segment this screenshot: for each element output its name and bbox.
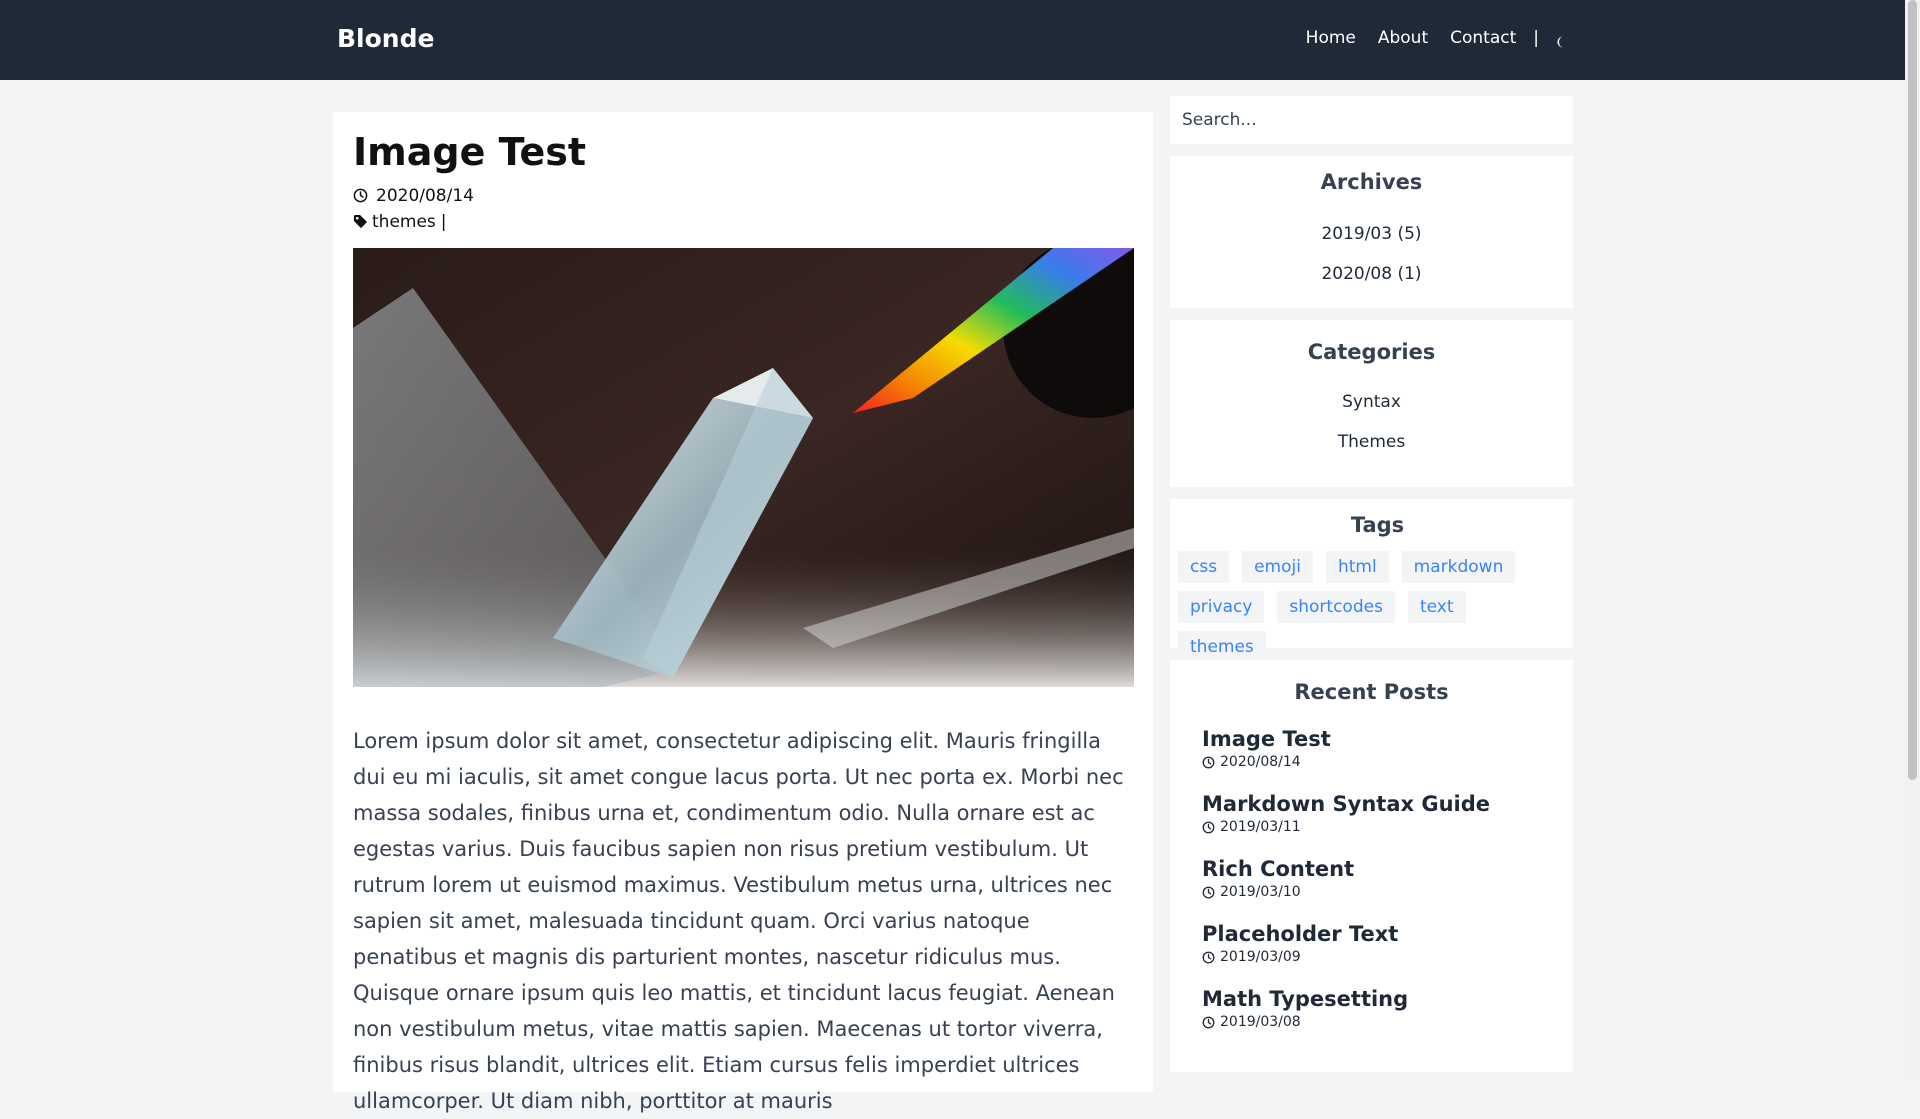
recent-post-date: 2019/03/10: [1220, 884, 1301, 900]
category-link-syntax[interactable]: Syntax: [1342, 392, 1401, 412]
recent-post-item: Math Typesetting 2019/03/08: [1202, 986, 1573, 1051]
recent-post-date: 2020/08/14: [1220, 754, 1301, 770]
site-header: Blonde Home About Contact |: [0, 0, 1905, 80]
categories-widget: Categories Syntax Themes: [1170, 320, 1573, 487]
recent-post-link[interactable]: Rich Content: [1202, 856, 1573, 882]
clock-icon: [1202, 1016, 1215, 1028]
article-title: Image Test: [353, 130, 587, 174]
tag-separator: |: [440, 211, 447, 232]
archives-widget: Archives 2019/03 (5) 2020/08 (1): [1170, 156, 1573, 308]
tag-icon: [353, 215, 368, 229]
recent-post-date: 2019/03/11: [1220, 819, 1301, 835]
archive-link[interactable]: 2020/08 (1): [1321, 264, 1421, 284]
tag-text[interactable]: text: [1407, 591, 1466, 623]
clock-icon: [1202, 756, 1215, 768]
tag-cloud: css emoji html markdown privacy shortcod…: [1170, 537, 1573, 671]
hero-image: [353, 247, 1134, 687]
recent-post-link[interactable]: Placeholder Text: [1202, 921, 1573, 947]
clock-icon: [1202, 821, 1215, 833]
nav-contact[interactable]: Contact: [1450, 28, 1516, 48]
recent-post-date: 2019/03/08: [1220, 1014, 1301, 1030]
clock-icon: [1202, 886, 1215, 898]
recent-post-link[interactable]: Markdown Syntax Guide: [1202, 791, 1573, 817]
tag-shortcodes[interactable]: shortcodes: [1277, 591, 1395, 623]
category-link-themes[interactable]: Themes: [1338, 432, 1406, 452]
tag-markdown[interactable]: markdown: [1401, 551, 1516, 583]
tags-title: Tags: [1350, 513, 1405, 537]
recent-post-link[interactable]: Math Typesetting: [1202, 986, 1573, 1012]
article-card: Image Test 2020/08/14 themes | Lorem ips…: [333, 112, 1153, 1113]
article-date-row: 2020/08/14: [353, 186, 1133, 206]
tag-css[interactable]: css: [1178, 551, 1230, 583]
recent-post-item: Rich Content 2019/03/10: [1202, 856, 1573, 921]
recent-posts-title: Recent Posts: [1294, 680, 1449, 704]
article-tag-link[interactable]: themes: [372, 212, 436, 232]
tags-widget: Tags css emoji html markdown privacy sho…: [1170, 499, 1573, 663]
clock-icon: [353, 188, 368, 203]
tag-themes[interactable]: themes: [1178, 631, 1266, 663]
site-brand[interactable]: Blonde: [337, 24, 434, 53]
nav-separator: |: [1533, 28, 1539, 48]
article-tags-row: themes |: [353, 212, 1133, 232]
recent-post-item: Image Test 2020/08/14: [1202, 726, 1573, 791]
recent-post-link[interactable]: Image Test: [1202, 726, 1573, 752]
nav-about[interactable]: About: [1378, 28, 1428, 48]
recent-posts-widget: Recent Posts Image Test 2020/08/14 Markd…: [1170, 660, 1573, 1072]
page-scrollbar[interactable]: [1905, 0, 1920, 1080]
article-date: 2020/08/14: [376, 185, 474, 206]
archives-title: Archives: [1320, 170, 1423, 194]
moon-icon[interactable]: [1557, 33, 1569, 48]
tag-privacy[interactable]: privacy: [1178, 591, 1265, 623]
categories-title: Categories: [1307, 340, 1436, 364]
clock-icon: [1202, 951, 1215, 963]
recent-post-item: Markdown Syntax Guide 2019/03/11: [1202, 791, 1573, 856]
article-body: Lorem ipsum dolor sit amet, consectetur …: [353, 728, 1124, 1113]
search-input[interactable]: [1170, 96, 1573, 144]
tag-emoji[interactable]: emoji: [1242, 551, 1313, 583]
archive-link[interactable]: 2019/03 (5): [1321, 224, 1421, 244]
nav-home[interactable]: Home: [1306, 28, 1356, 48]
tag-html[interactable]: html: [1325, 551, 1389, 583]
recent-post-item: Placeholder Text 2019/03/09: [1202, 921, 1573, 986]
main-nav: Home About Contact |: [1284, 28, 1569, 48]
scrollbar-thumb[interactable]: [1908, 0, 1917, 780]
recent-post-date: 2019/03/09: [1220, 949, 1301, 965]
